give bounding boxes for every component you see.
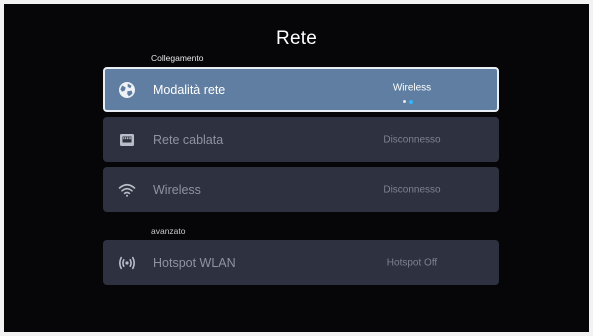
option-dot <box>403 100 406 103</box>
option-page-indicator <box>403 99 413 104</box>
hotspot-label: Hotspot WLAN <box>153 255 236 270</box>
hotspot-icon <box>117 253 137 273</box>
wireless-label: Wireless <box>153 182 201 197</box>
hotspot-status: Hotspot Off <box>386 257 438 268</box>
menu-item-network-mode[interactable]: Modalità rete Wireless <box>103 67 499 112</box>
page-title: Rete <box>276 28 317 49</box>
network-mode-value: Wireless <box>392 82 432 93</box>
ethernet-icon <box>117 130 137 150</box>
section-header-advanced: avanzato <box>151 226 186 236</box>
network-mode-label: Modalità rete <box>153 82 226 97</box>
menu-item-wired-network[interactable]: Rete cablata Disconnesso <box>103 117 499 162</box>
wired-network-label: Rete cablata <box>153 132 224 147</box>
wireless-status: Disconnesso <box>383 184 441 195</box>
menu-item-hotspot[interactable]: Hotspot WLAN Hotspot Off <box>103 240 499 285</box>
menu-item-wireless[interactable]: Wireless Disconnesso <box>103 167 499 212</box>
section-header-connection: Collegamento <box>151 53 204 63</box>
wired-network-status: Disconnesso <box>383 134 441 145</box>
tv-screen: Rete Collegamento Modalità rete Wireless <box>4 4 589 332</box>
wifi-icon <box>117 180 137 200</box>
option-dot-active <box>409 99 413 104</box>
globe-icon <box>117 80 137 100</box>
